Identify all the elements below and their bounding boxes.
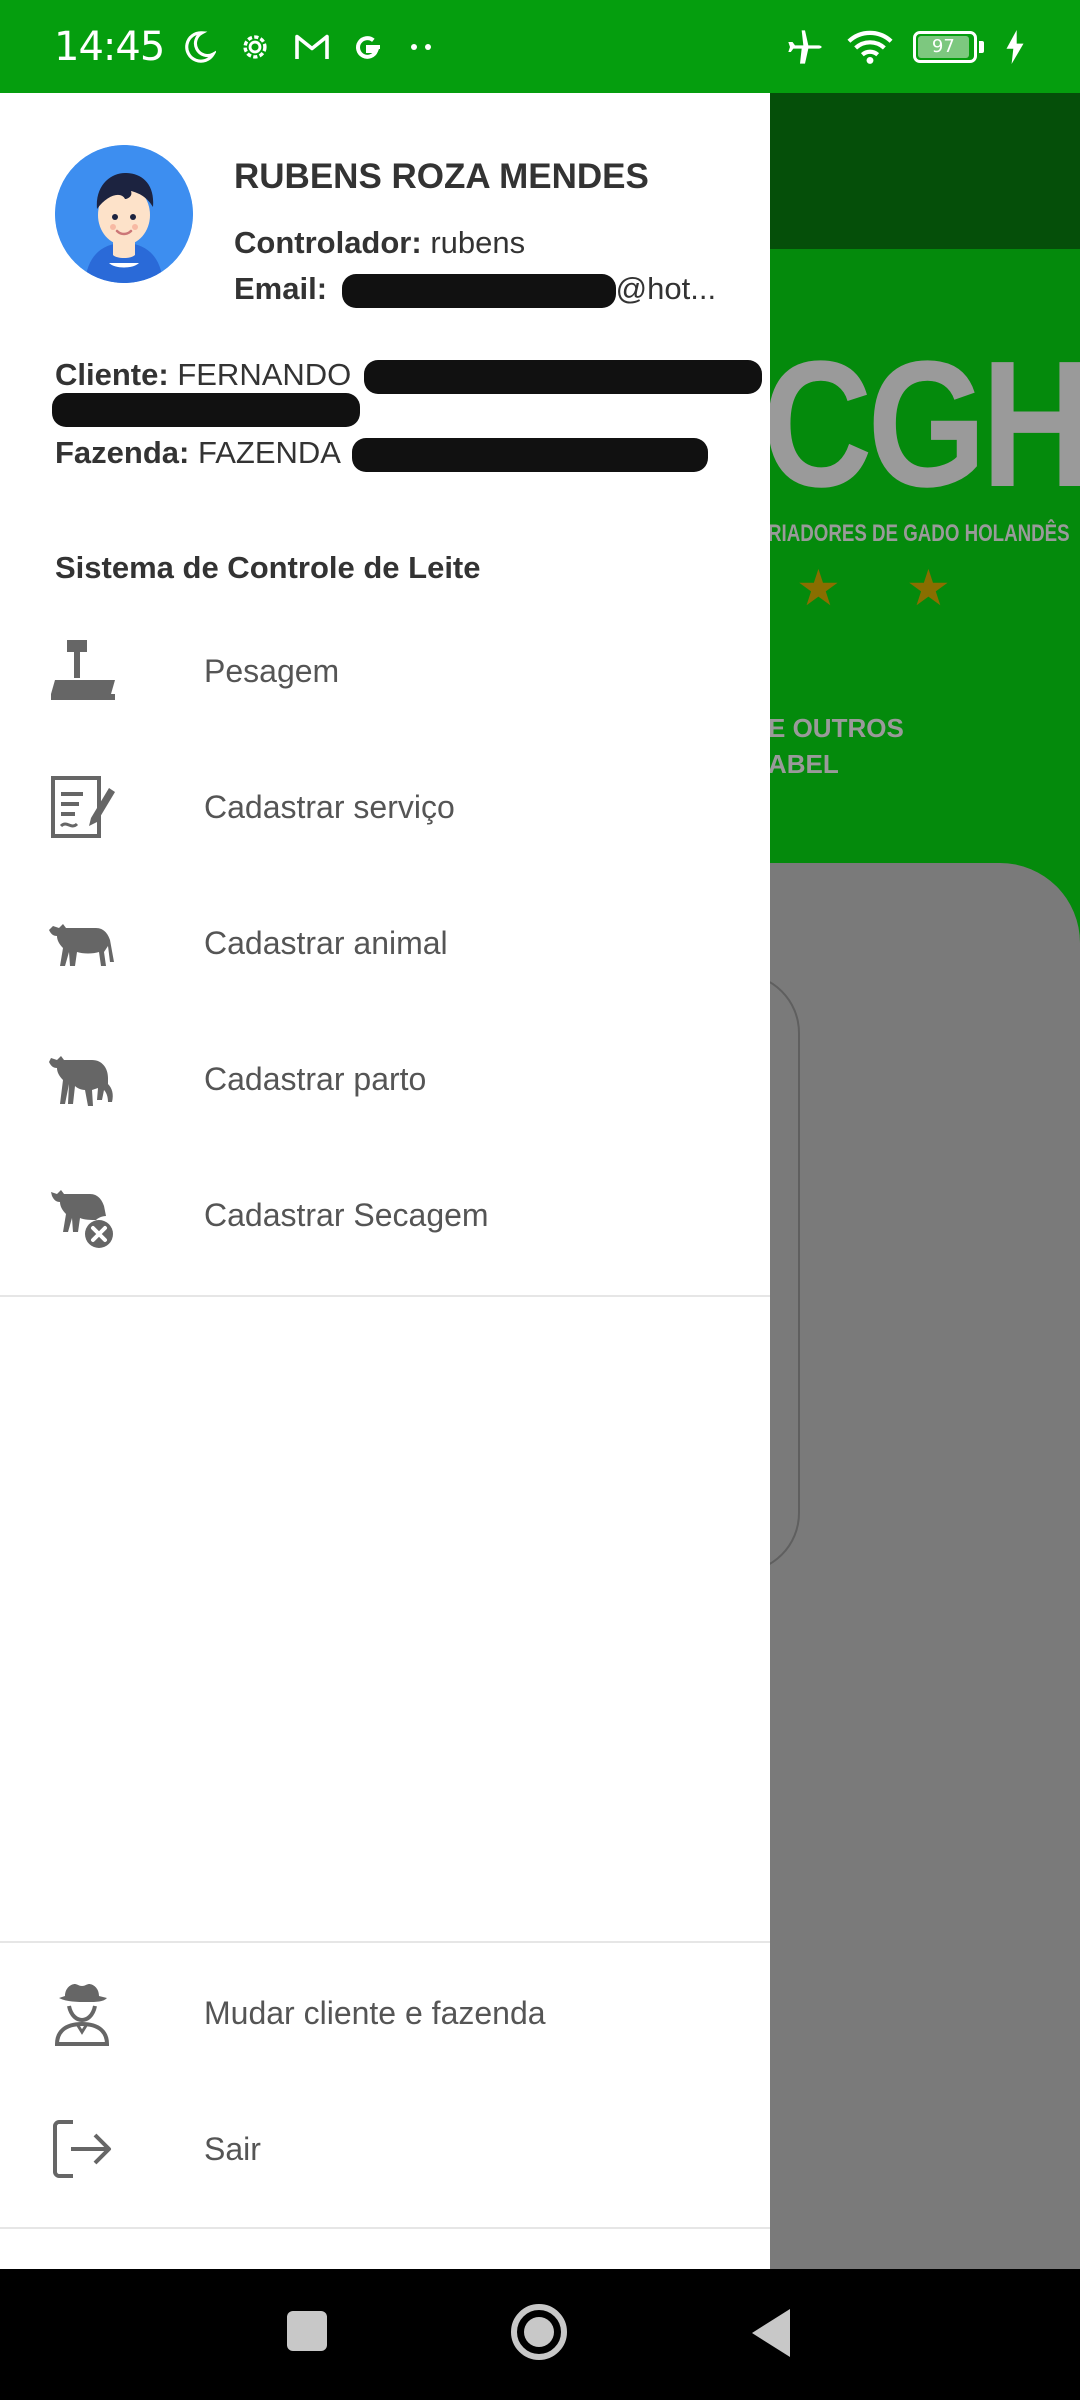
status-bar: 14:45 97 (0, 0, 1080, 93)
google-icon (356, 35, 381, 59)
star-icon: ★ (906, 560, 951, 616)
menu-item-cadastrar-servico[interactable]: Cadastrar serviço (0, 739, 770, 875)
divider (0, 1941, 770, 1943)
gmail-icon (295, 34, 330, 59)
menu-item-cadastrar-parto[interactable]: Cadastrar parto (0, 1011, 770, 1147)
moon-icon (185, 30, 217, 63)
email-redaction (341, 273, 616, 308)
wifi-icon (847, 30, 893, 64)
background-logo-subtitle: RIADORES DE GADO HOLANDÊS (768, 520, 1070, 547)
farm-redaction (351, 437, 708, 472)
star-icon: ★ (796, 560, 841, 616)
background-text-line1: E OUTROS (768, 713, 904, 743)
menu-item-cadastrar-secagem[interactable]: Cadastrar Secagem (0, 1147, 770, 1283)
avatar (55, 145, 193, 283)
client-redaction (363, 359, 762, 394)
email-label: Email: (234, 271, 328, 306)
gear-icon (243, 34, 267, 59)
user-name: RUBENS ROZA MENDES (234, 157, 649, 196)
menu-item-label: Sair (204, 2130, 261, 2167)
menu-item-mudar-cliente[interactable]: Mudar cliente e fazenda (0, 1945, 770, 2081)
background-text-line2: ABEL (768, 749, 839, 779)
menu-item-sair[interactable]: Sair (0, 2081, 770, 2217)
menu-item-label: Pesagem (204, 652, 340, 689)
email-line: Email: @hot... (234, 271, 716, 308)
farm-line: Fazenda: FAZENDA (55, 435, 708, 472)
menu-item-label: Cadastrar serviço (204, 788, 455, 825)
menu-item-cadastrar-animal[interactable]: Cadastrar animal (0, 875, 770, 1011)
section-title: Sistema de Controle de Leite (55, 550, 481, 585)
status-time: 14:45 (54, 23, 165, 70)
menu-item-label: Cadastrar parto (204, 1060, 427, 1097)
farm-label: Fazenda: (55, 435, 190, 470)
controller-line: Controlador: rubens (234, 225, 525, 261)
client-value: FERNANDO (177, 357, 352, 392)
client-redaction-line2 (52, 393, 360, 427)
cow-icon (46, 907, 118, 979)
logout-icon (46, 2113, 118, 2185)
battery-level: 97 (918, 35, 969, 58)
menu-item-label: Cadastrar Secagem (204, 1196, 489, 1233)
battery-icon: 97 (913, 30, 984, 63)
more-dots-icon (411, 43, 432, 50)
client-label: Cliente: (55, 357, 169, 392)
farmer-icon (46, 1977, 118, 2049)
home-button[interactable] (511, 2304, 567, 2360)
email-suffix: @hot... (615, 271, 717, 306)
recents-button[interactable] (287, 2311, 327, 2351)
controller-label: Controlador: (234, 225, 422, 260)
navigation-drawer: RUBENS ROZA MENDES Controlador: rubens E… (0, 93, 770, 2269)
menu-item-label: Cadastrar animal (204, 924, 448, 961)
client-line: Cliente: FERNANDO (55, 357, 762, 394)
farm-value: FAZENDA (197, 435, 340, 470)
navigation-bar (0, 2269, 1080, 2400)
cow-remove-icon (46, 1179, 118, 1251)
scale-icon (46, 635, 118, 707)
back-button[interactable] (752, 2309, 790, 2357)
calf-birth-icon (46, 1043, 118, 1115)
airplane-icon (788, 29, 822, 64)
divider (0, 2227, 770, 2229)
charging-icon (1006, 29, 1024, 64)
menu-item-pesagem[interactable]: Pesagem (0, 603, 770, 739)
controller-value: rubens (430, 225, 526, 260)
divider (0, 1295, 770, 1297)
background-logo: CGH (762, 324, 1080, 525)
document-edit-icon (46, 771, 118, 843)
menu-item-label: Mudar cliente e fazenda (204, 1994, 546, 2031)
